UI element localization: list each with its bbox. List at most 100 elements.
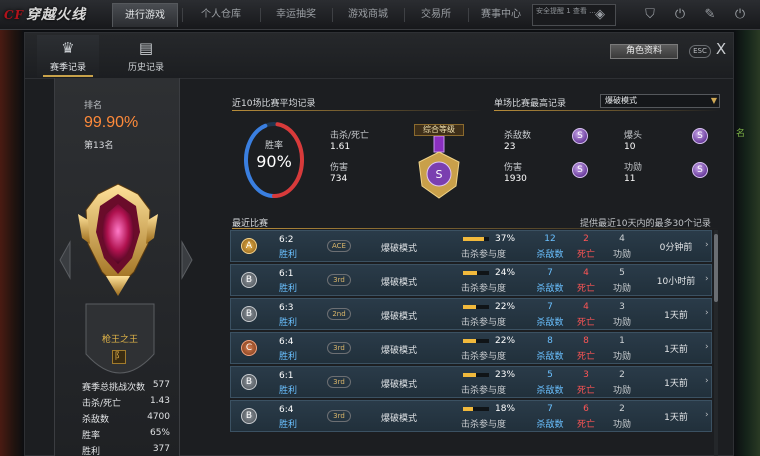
match-kills: 7 (547, 404, 553, 414)
match-kills: 7 (547, 302, 553, 312)
nav-tab-shop[interactable]: 游戏商城 (336, 3, 400, 27)
stat-value: 577 (152, 380, 170, 390)
stat-row-wins: 胜利 377 (82, 444, 170, 456)
shield-icon[interactable]: ⛉ (640, 5, 660, 25)
badge-icon[interactable]: ◈ (590, 5, 610, 25)
avg-kd-label: 击杀/死亡 (330, 131, 370, 141)
rank-label: 排名 (84, 101, 103, 111)
nav-tab-inventory[interactable]: 个人仓库 (186, 3, 256, 27)
recent-matches-note: 提供最近10天内的最多30个记录 (580, 219, 711, 229)
match-grade-icon: C (241, 340, 257, 356)
background-left-edge (0, 30, 24, 456)
match-time: 1天前 (664, 379, 688, 389)
match-time: 1天前 (664, 311, 688, 321)
overall-grade-medal-icon: S (418, 136, 460, 199)
rank-emblem-icon (78, 183, 158, 296)
prev-arrow-icon[interactable] (58, 240, 72, 280)
nav-tab-play[interactable]: 进行游戏 (112, 3, 178, 27)
expand-arrow-icon[interactable]: › (705, 308, 709, 318)
role-info-button[interactable]: 角色资料 (610, 44, 678, 59)
match-row[interactable]: B 6:1 胜利 3rd 爆破模式 23% 击杀参与度 5 杀敌数 3 死亡 2 功勋 1天前 › (230, 366, 712, 398)
participation-percent: 22% (495, 302, 516, 312)
grade-s-icon: S (572, 128, 588, 144)
expand-arrow-icon[interactable]: › (705, 410, 709, 420)
stat-value: 65% (149, 428, 170, 438)
match-merit-label: 功勋 (612, 284, 631, 294)
stat-value: 377 (152, 444, 170, 454)
match-merit-label: 功勋 (612, 250, 631, 260)
match-mode: 爆破模式 (381, 312, 418, 322)
match-place-badge: 3rd (327, 342, 351, 354)
participation-percent: 18% (495, 404, 516, 414)
best-headshots-value: 10 (624, 142, 636, 152)
match-time: 0分钟前 (659, 243, 693, 253)
stat-row-winrate: 胜率 65% (82, 428, 170, 444)
match-score: 6:2 (279, 235, 294, 245)
participation-bar-fill (463, 407, 474, 411)
match-mode: 爆破模式 (381, 244, 418, 254)
nav-tab-lottery[interactable]: 幸运抽奖 (264, 3, 328, 27)
close-icon[interactable]: X (713, 40, 729, 58)
tab-history-record[interactable]: ▤ 历史记录 (115, 35, 177, 77)
esc-key-hint[interactable]: ESC (689, 45, 711, 58)
match-row[interactable]: B 6:3 胜利 2nd 爆破模式 22% 击杀参与度 7 杀敌数 4 死亡 3 功勋 1天前 › (230, 298, 712, 330)
match-deaths-label: 死亡 (576, 420, 595, 430)
match-score: 6:4 (279, 337, 294, 347)
match-merit: 3 (619, 302, 625, 312)
mode-select-value: 爆破模式 (605, 96, 637, 105)
power-icon[interactable]: ⏻ (670, 5, 690, 25)
expand-arrow-icon[interactable]: › (705, 342, 709, 352)
expand-arrow-icon[interactable]: › (705, 240, 709, 250)
nav-tab-events[interactable]: 赛事中心 (472, 3, 530, 27)
match-deaths: 3 (583, 370, 589, 380)
season-stat-list: 赛季总挑战次数 577 击杀/死亡 1.43 杀敌数 4700 胜率 65% 胜利 377 (82, 380, 170, 456)
participation-bar-fill (463, 271, 477, 275)
match-row[interactable]: B 6:4 胜利 3rd 爆破模式 18% 击杀参与度 7 杀敌数 6 死亡 2 功勋 1天前 › (230, 400, 712, 432)
avg-damage-label: 伤害 (330, 163, 349, 173)
participation-bar-fill (463, 305, 476, 309)
grade-s-icon: S (692, 162, 708, 178)
match-merit-label: 功勋 (612, 318, 631, 328)
match-row[interactable]: B 6:1 胜利 3rd 爆破模式 24% 击杀参与度 7 杀敌数 4 死亡 5 功勋 10小时前 › (230, 264, 712, 296)
match-merit-label: 功勋 (612, 352, 631, 362)
best-kills-label: 杀敌数 (504, 131, 532, 141)
match-score: 6:4 (279, 405, 294, 415)
match-time: 1天前 (664, 413, 688, 423)
stat-label: 胜率 (82, 431, 101, 441)
best-merit-label: 功勋 (624, 163, 643, 173)
stat-row-kills: 杀敌数 4700 (82, 412, 170, 428)
match-score: 6:3 (279, 303, 294, 313)
avg-record-title: 近10场比赛平均记录 (232, 99, 316, 109)
winrate-label: 胜率 (264, 141, 283, 151)
wrench-icon[interactable]: ✎ (700, 5, 720, 25)
title-shield-icon (85, 303, 155, 374)
match-deaths-label: 死亡 (576, 250, 595, 260)
panel-header: ♛ 赛季记录 ▤ 历史记录 角色资料 ESC X (25, 33, 733, 79)
tab-season-record-label: 赛季记录 (49, 63, 86, 73)
recent-matches-list[interactable]: A 6:2 胜利 ACE 爆破模式 37% 击杀参与度 12 杀敌数 2 死亡 4 功勋 0分钟前 › B 6:… (230, 230, 720, 456)
match-result: 胜利 (279, 386, 298, 396)
mode-select-dropdown[interactable]: 爆破模式 ▼ (600, 94, 720, 108)
match-place-badge: 3rd (327, 274, 351, 286)
match-deaths-label: 死亡 (576, 284, 595, 294)
settings-power-icon[interactable]: ⏻ (730, 5, 750, 25)
match-deaths: 2 (583, 234, 589, 244)
match-row[interactable]: C 6:4 胜利 3rd 爆破模式 22% 击杀参与度 8 杀敌数 8 死亡 1 功勋 1天前 › (230, 332, 712, 364)
next-arrow-icon[interactable] (180, 240, 194, 280)
avg-kd-value: 1.61 (330, 142, 351, 152)
match-row[interactable]: A 6:2 胜利 ACE 爆破模式 37% 击杀参与度 12 杀敌数 2 死亡 4 功勋 0分钟前 › (230, 230, 712, 262)
match-mode: 爆破模式 (381, 278, 418, 288)
background-right-edge (734, 30, 760, 456)
tab-season-record[interactable]: ♛ 赛季记录 (37, 35, 99, 77)
nav-separator (468, 8, 469, 22)
match-grade-icon: A (241, 238, 257, 254)
expand-arrow-icon[interactable]: › (705, 376, 709, 386)
match-time: 10小时前 (656, 277, 696, 287)
stat-label: 杀敌数 (82, 415, 110, 425)
nav-tab-exchange[interactable]: 交易所 (408, 3, 464, 27)
match-result: 胜利 (279, 352, 298, 362)
scrollbar-thumb[interactable] (714, 234, 718, 302)
match-place-badge: 3rd (327, 376, 351, 388)
expand-arrow-icon[interactable]: › (705, 274, 709, 284)
best-headshots-label: 爆头 (624, 131, 643, 141)
